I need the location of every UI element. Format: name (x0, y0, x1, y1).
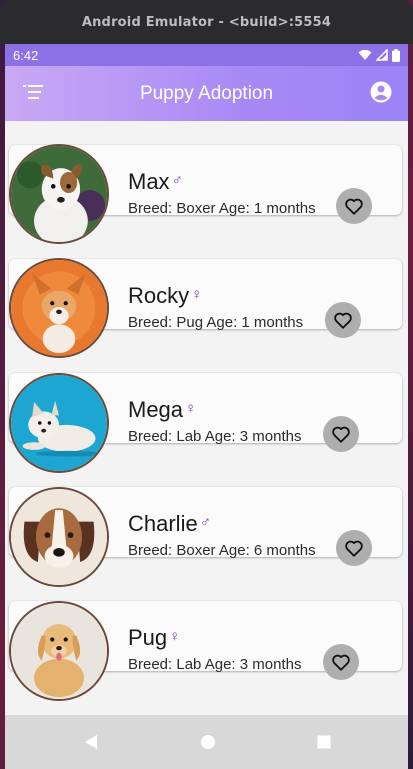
puppy-name: Charlie ♂ (128, 511, 211, 536)
heart-outline-icon (334, 312, 352, 329)
sort-menu-icon (23, 85, 43, 99)
puppy-photo (9, 373, 109, 473)
app-bar: Puppy Adoption (5, 66, 408, 121)
home-circle-icon (201, 735, 215, 749)
back-button[interactable] (79, 730, 103, 754)
back-triangle-icon (85, 735, 97, 749)
status-time: 6:42 (13, 47, 39, 63)
account-circle-icon (370, 81, 392, 103)
status-bar: 6:42 (5, 44, 408, 66)
puppy-name: Pug ♀ (128, 625, 181, 650)
heart-outline-icon (332, 426, 350, 443)
signal-icon (376, 49, 388, 61)
puppy-photo (9, 258, 109, 358)
system-navigation-bar (5, 715, 408, 769)
heart-outline-icon (345, 540, 363, 557)
puppy-photo (9, 487, 109, 587)
page-title: Puppy Adoption (139, 82, 274, 104)
puppy-info: Breed: Lab Age: 3 months (128, 428, 302, 445)
puppy-info: Breed: Boxer Age: 1 months (128, 200, 316, 217)
favorite-button[interactable] (323, 644, 359, 680)
wifi-icon (358, 49, 372, 60)
emulator-title: Android Emulator - <build>:5554 (81, 14, 332, 30)
gender-icon: ♀ (185, 400, 197, 417)
favorite-button[interactable] (323, 416, 359, 452)
home-button[interactable] (196, 730, 220, 754)
favorite-button[interactable] (336, 530, 372, 566)
puppy-name: Rocky ♀ (128, 283, 203, 308)
heart-outline-icon (345, 198, 363, 215)
puppy-photo (9, 601, 109, 701)
puppy-info: Breed: Lab Age: 3 months (128, 656, 302, 673)
puppy-name: Max ♂ (128, 169, 183, 194)
account-button[interactable] (368, 79, 394, 105)
heart-outline-icon (332, 654, 350, 671)
status-icons (358, 48, 400, 62)
emulator-title-bar: Android Emulator - <build>:5554 (0, 0, 413, 44)
puppy-info: Breed: Boxer Age: 6 months (128, 542, 316, 559)
favorite-button[interactable] (336, 188, 372, 224)
battery-icon (392, 48, 400, 62)
gender-icon: ♂ (171, 172, 183, 189)
favorite-button[interactable] (325, 302, 361, 338)
puppy-list[interactable]: Max ♂ Breed: Boxer Age: 1 months Rocky ♀… (5, 121, 408, 715)
recents-button[interactable] (312, 730, 336, 754)
puppy-info: Breed: Pug Age: 1 months (128, 314, 304, 331)
recents-square-icon (317, 735, 331, 749)
puppy-name: Mega ♀ (128, 397, 197, 422)
gender-icon: ♀ (169, 628, 181, 645)
device-screen: 6:42 Puppy Adoption Max ♂ Breed: Boxer A… (5, 44, 408, 769)
puppy-photo (9, 144, 109, 244)
gender-icon: ♂ (199, 514, 211, 531)
gender-icon: ♀ (191, 286, 203, 303)
menu-button[interactable] (21, 81, 45, 103)
